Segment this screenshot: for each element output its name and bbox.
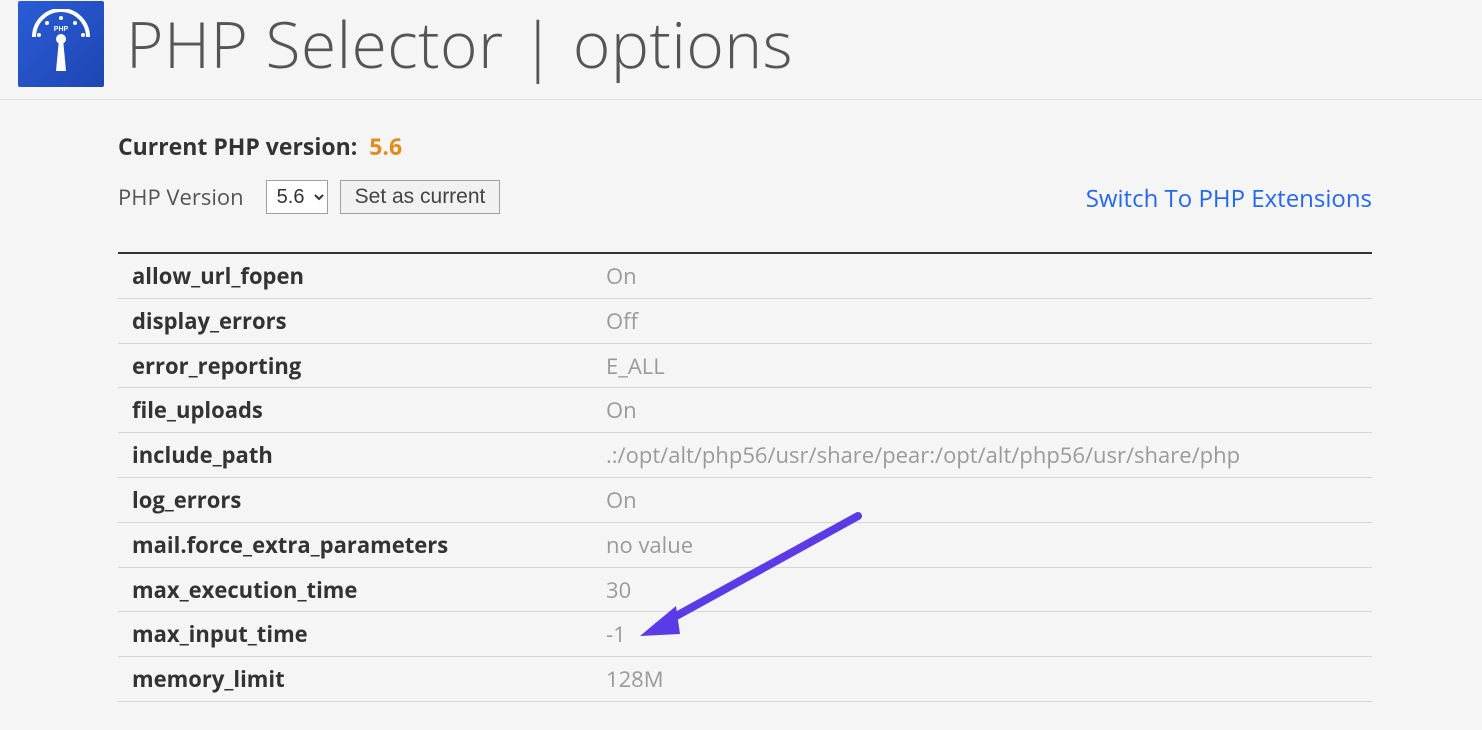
svg-text:PHP: PHP [54, 26, 69, 33]
setting-value[interactable]: 30 [592, 567, 1372, 612]
setting-key: log_errors [118, 477, 592, 522]
setting-key: include_path [118, 433, 592, 478]
setting-key: max_execution_time [118, 567, 592, 612]
php-version-select[interactable]: 5.6 [266, 180, 328, 214]
setting-value[interactable]: .:/opt/alt/php56/usr/share/pear:/opt/alt… [592, 433, 1372, 478]
setting-key: display_errors [118, 298, 592, 343]
table-row: max_input_time -1 [118, 612, 1372, 657]
table-row: max_execution_time 30 [118, 567, 1372, 612]
setting-key: error_reporting [118, 343, 592, 388]
current-php-version-line: Current PHP version: 5.6 [118, 130, 1372, 162]
page-header: PHP PHP Selector | options [0, 0, 1482, 100]
current-version-label: Current PHP version: [118, 130, 357, 162]
current-version-value: 5.6 [369, 130, 402, 162]
setting-value[interactable]: 128M [592, 657, 1372, 702]
table-row: mail.force_extra_parameters no value [118, 522, 1372, 567]
php-settings-table: allow_url_fopen On display_errors Off er… [118, 252, 1372, 702]
table-row: include_path .:/opt/alt/php56/usr/share/… [118, 433, 1372, 478]
setting-key: mail.force_extra_parameters [118, 522, 592, 567]
setting-value[interactable]: On [592, 253, 1372, 298]
table-row: error_reporting E_ALL [118, 343, 1372, 388]
setting-value[interactable]: On [592, 388, 1372, 433]
setting-value[interactable]: On [592, 477, 1372, 522]
setting-key: max_input_time [118, 612, 592, 657]
page-title: PHP Selector | options [126, 0, 793, 87]
table-row: memory_limit 128M [118, 657, 1372, 702]
table-row: log_errors On [118, 477, 1372, 522]
php-version-label: PHP Version [118, 182, 244, 212]
setting-key: allow_url_fopen [118, 253, 592, 298]
setting-value[interactable]: no value [592, 522, 1372, 567]
setting-value[interactable]: Off [592, 298, 1372, 343]
setting-key: memory_limit [118, 657, 592, 702]
table-row: display_errors Off [118, 298, 1372, 343]
setting-key: file_uploads [118, 388, 592, 433]
table-row: allow_url_fopen On [118, 253, 1372, 298]
setting-value[interactable]: E_ALL [592, 343, 1372, 388]
table-row: file_uploads On [118, 388, 1372, 433]
set-as-current-button[interactable]: Set as current [340, 180, 501, 214]
setting-value[interactable]: -1 [592, 612, 1372, 657]
app-logo-icon: PHP [18, 1, 104, 87]
switch-to-php-extensions-link[interactable]: Switch To PHP Extensions [1086, 182, 1372, 215]
